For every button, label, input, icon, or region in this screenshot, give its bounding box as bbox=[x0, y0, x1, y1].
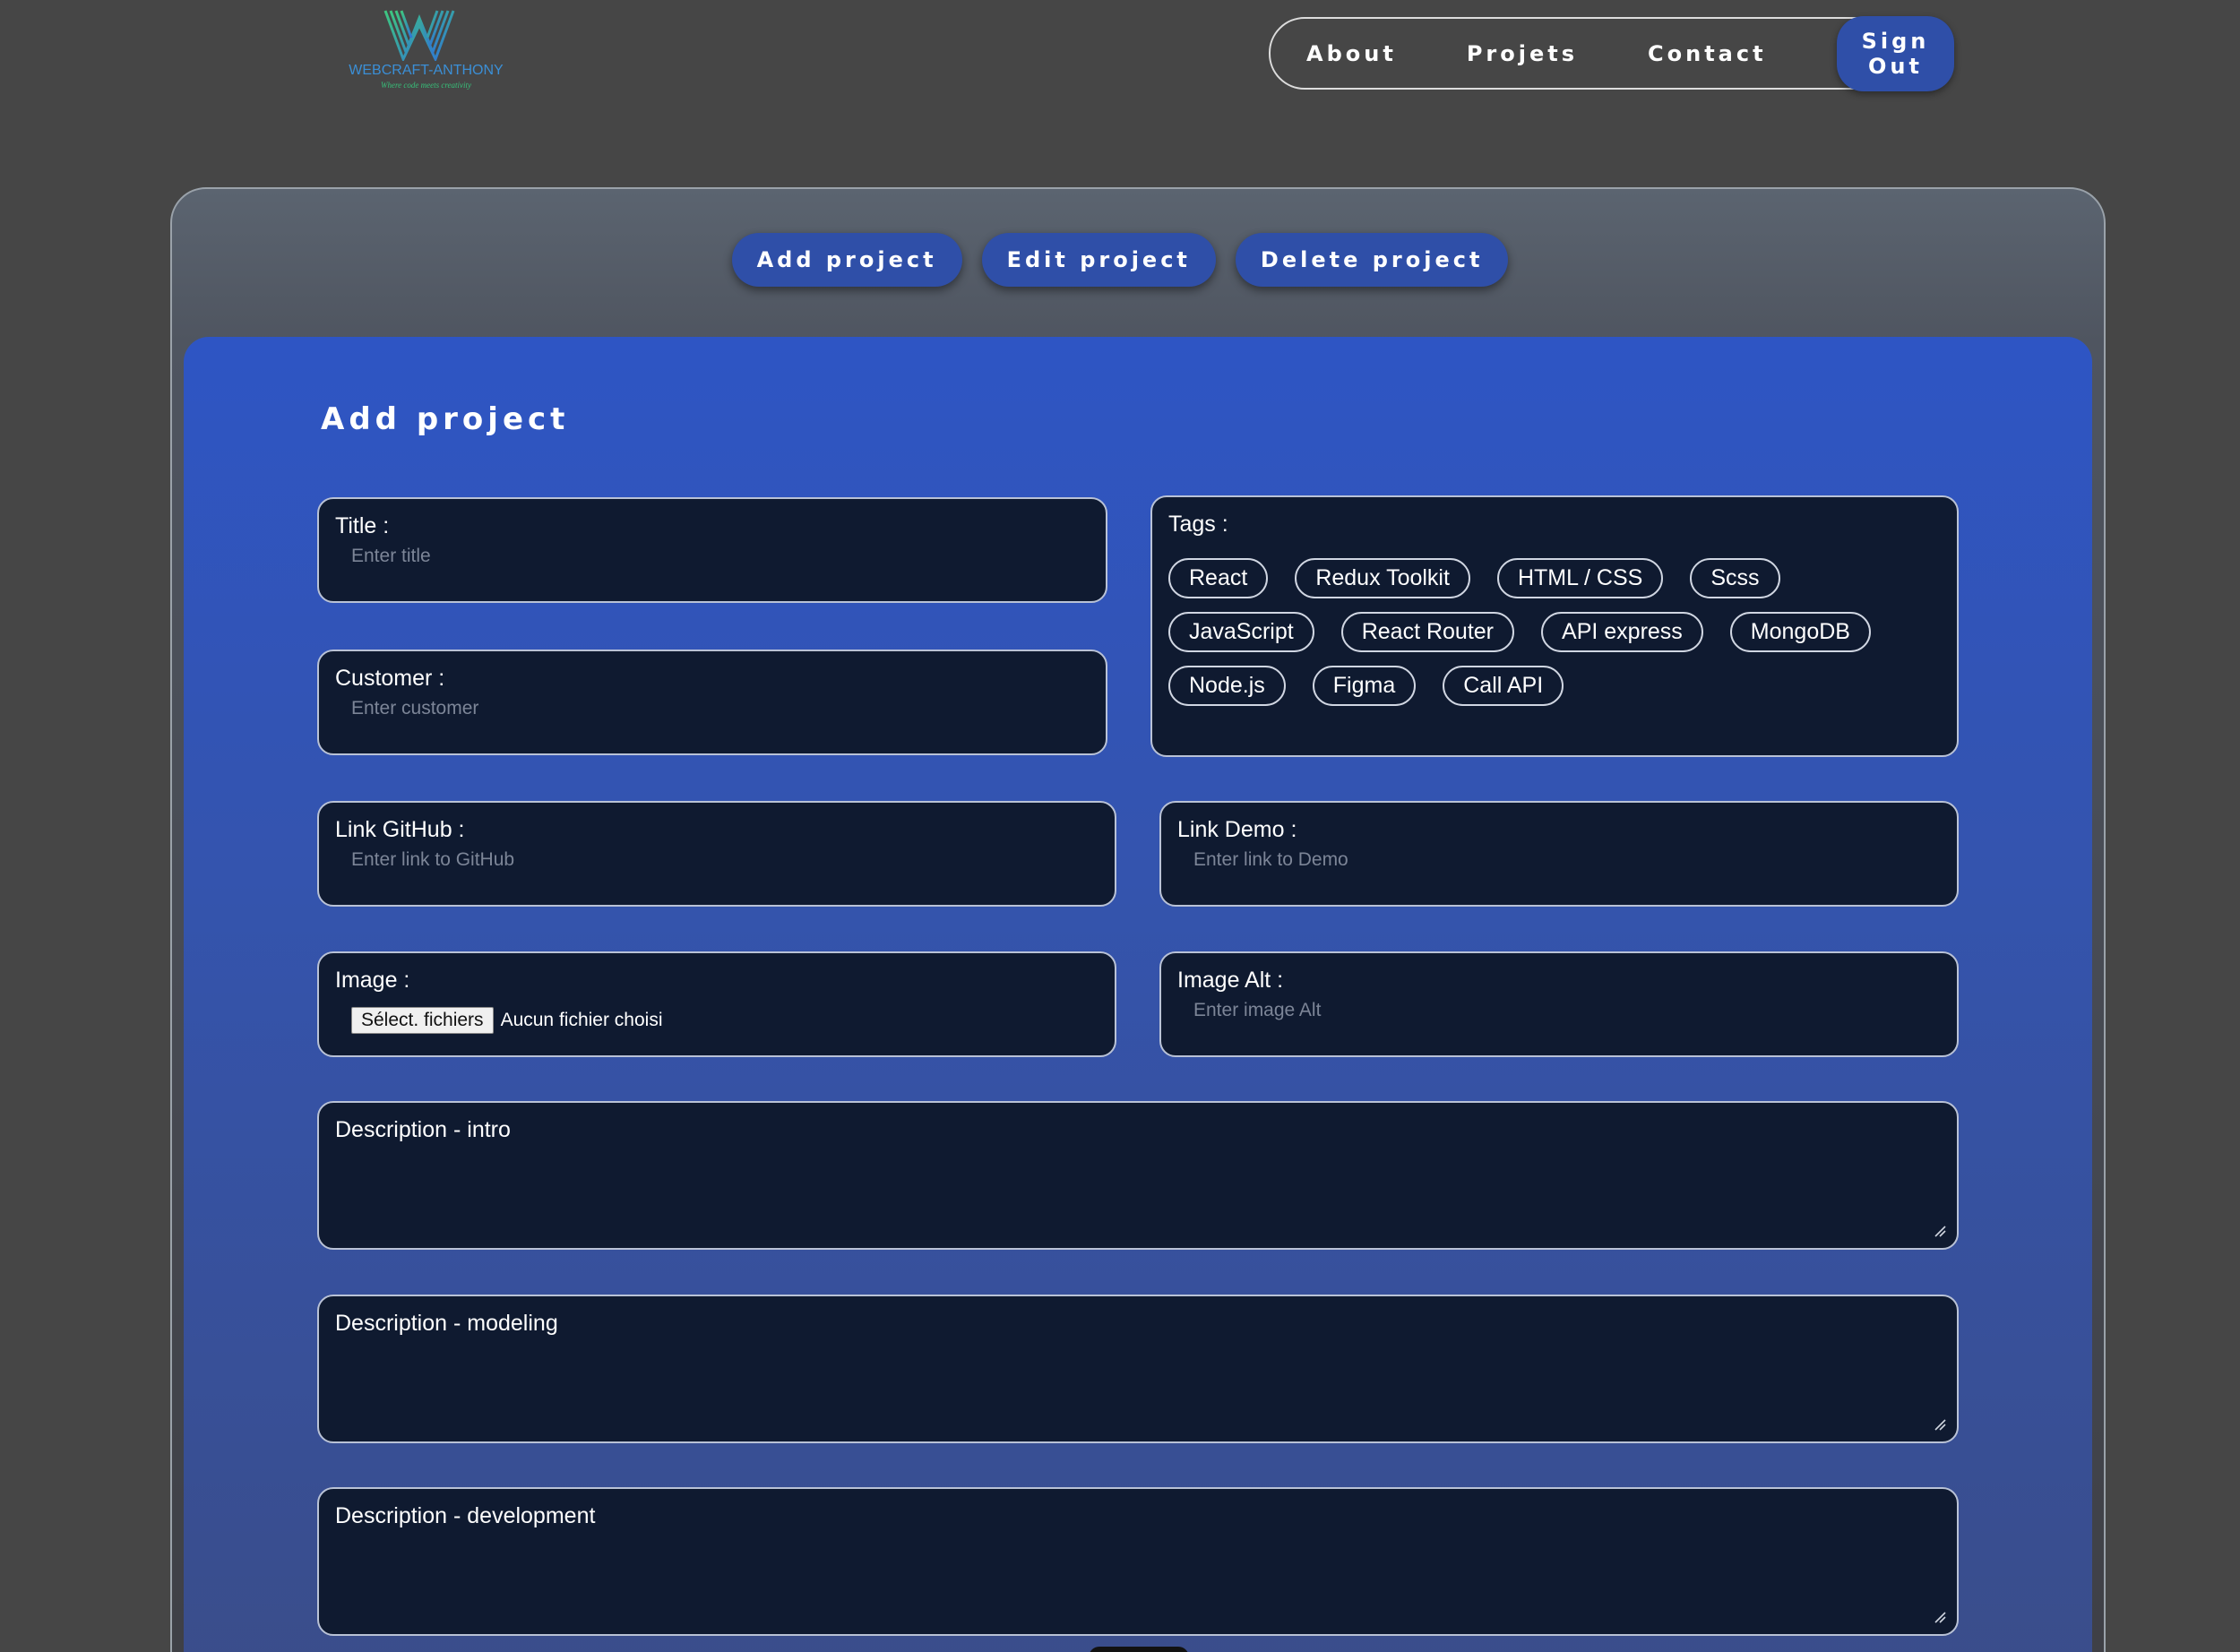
project-action-tabs: Add project Edit project Delete project bbox=[0, 233, 2240, 287]
image-label: Image : bbox=[335, 968, 410, 993]
nav-about-link[interactable]: About bbox=[1306, 41, 1397, 66]
submit-button-partial[interactable] bbox=[1089, 1647, 1189, 1652]
brand-name: WEBCRAFT-ANTHONY bbox=[349, 63, 504, 78]
brand-logo[interactable]: WEBCRAFT-ANTHONY Where code meets creati… bbox=[348, 9, 504, 94]
resize-handle-icon[interactable] bbox=[1934, 1611, 1946, 1623]
nav-projects-link[interactable]: Projets bbox=[1467, 41, 1578, 66]
title-label: Title : bbox=[335, 513, 390, 538]
tag-react[interactable]: React bbox=[1168, 558, 1269, 598]
description-modeling-label: Description - modeling bbox=[335, 1311, 558, 1336]
description-intro-field[interactable]: Description - intro bbox=[317, 1101, 1959, 1250]
github-input[interactable] bbox=[351, 849, 1093, 871]
tag-list: React Redux Toolkit HTML / CSS Scss Java… bbox=[1168, 558, 1939, 706]
edit-project-tab[interactable]: Edit project bbox=[981, 233, 1216, 287]
image-alt-input[interactable] bbox=[1193, 1000, 1935, 1021]
tag-javascript[interactable]: JavaScript bbox=[1168, 612, 1314, 652]
main-nav: About Projets Contact Sign Out bbox=[1269, 15, 1955, 91]
tag-react-router[interactable]: React Router bbox=[1340, 612, 1515, 652]
github-field: Link GitHub : bbox=[317, 801, 1116, 907]
tag-call-api[interactable]: Call API bbox=[1443, 666, 1564, 706]
tags-label: Tags : bbox=[1168, 512, 1228, 537]
sign-out-button[interactable]: Sign Out bbox=[1836, 15, 1955, 91]
description-intro-label: Description - intro bbox=[335, 1117, 511, 1142]
image-field: Image : Sélect. fichiers Aucun fichier c… bbox=[317, 951, 1116, 1057]
demo-label: Link Demo : bbox=[1177, 817, 1297, 842]
tag-nodejs[interactable]: Node.js bbox=[1168, 666, 1286, 706]
resize-handle-icon[interactable] bbox=[1934, 1225, 1946, 1237]
description-modeling-field[interactable]: Description - modeling bbox=[317, 1295, 1959, 1443]
tag-mongodb[interactable]: MongoDB bbox=[1729, 612, 1871, 652]
title-field: Title : bbox=[317, 497, 1107, 603]
description-development-label: Description - development bbox=[335, 1503, 596, 1528]
brand-tagline: Where code meets creativity bbox=[380, 81, 472, 90]
image-alt-field: Image Alt : bbox=[1159, 951, 1959, 1057]
image-alt-label: Image Alt : bbox=[1177, 968, 1284, 993]
logo-w-icon bbox=[383, 10, 455, 61]
choose-file-button[interactable]: Sélect. fichiers bbox=[351, 1007, 494, 1034]
title-input[interactable] bbox=[351, 546, 1084, 567]
description-development-field[interactable]: Description - development bbox=[317, 1487, 1959, 1636]
delete-project-tab[interactable]: Delete project bbox=[1235, 233, 1509, 287]
customer-field: Customer : bbox=[317, 650, 1107, 755]
demo-input[interactable] bbox=[1193, 849, 1935, 871]
customer-input[interactable] bbox=[351, 698, 1084, 719]
resize-handle-icon[interactable] bbox=[1934, 1418, 1946, 1431]
tag-api-express[interactable]: API express bbox=[1541, 612, 1703, 652]
tag-figma[interactable]: Figma bbox=[1312, 666, 1417, 706]
nav-contact-link[interactable]: Contact bbox=[1648, 41, 1767, 66]
tag-html-css[interactable]: HTML / CSS bbox=[1496, 558, 1664, 598]
form-title: Add project bbox=[321, 401, 570, 437]
add-project-tab[interactable]: Add project bbox=[731, 233, 962, 287]
file-status: Aucun fichier choisi bbox=[500, 1010, 663, 1030]
tag-scss[interactable]: Scss bbox=[1690, 558, 1780, 598]
github-label: Link GitHub : bbox=[335, 817, 465, 842]
file-picker: Sélect. fichiers Aucun fichier choisi bbox=[351, 1007, 662, 1034]
demo-field: Link Demo : bbox=[1159, 801, 1959, 907]
tag-redux-toolkit[interactable]: Redux Toolkit bbox=[1295, 558, 1470, 598]
customer-label: Customer : bbox=[335, 666, 445, 691]
tags-field: Tags : React Redux Toolkit HTML / CSS Sc… bbox=[1150, 495, 1959, 757]
